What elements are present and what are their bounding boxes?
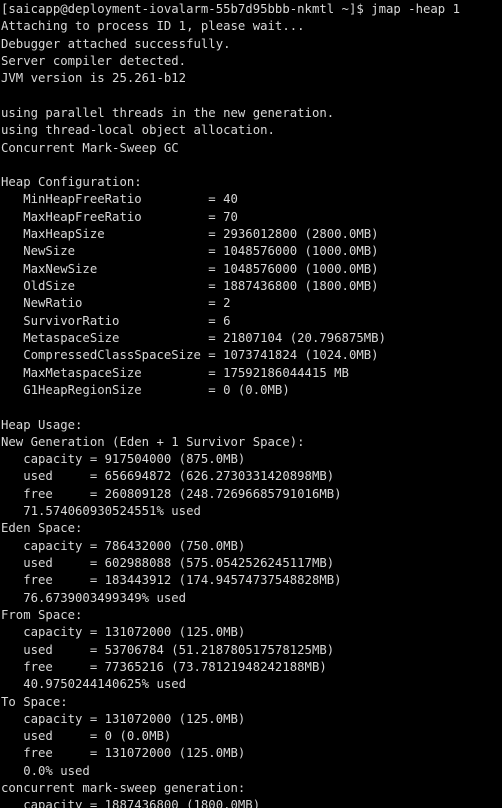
- terminal-output-line: using thread-local object allocation.: [1, 123, 275, 138]
- terminal-output-line: MetaspaceSize = 21807104 (20.796875MB): [1, 330, 386, 345]
- terminal-output-line: used = 602988088 (575.0542526245117MB): [1, 556, 335, 570]
- terminal-output-line: MinHeapFreeRatio = 40: [1, 192, 238, 207]
- terminal-output-line: 71.574060930524551% used: [1, 504, 201, 519]
- terminal-output-line: 76.6739003499349% used: [1, 590, 187, 605]
- terminal-output-line: 40.9750244140625% used: [1, 677, 187, 692]
- terminal-output-line: free = 131072000 (125.0MB): [1, 746, 246, 761]
- terminal-output-line: concurrent mark-sweep generation:: [1, 781, 246, 796]
- terminal-output-line: To Space:: [1, 694, 68, 709]
- terminal-output-line: capacity = 1887436800 (1800.0MB): [1, 798, 261, 808]
- terminal-output-line: NewSize = 1048576000 (1000.0MB): [1, 244, 379, 259]
- terminal-output-line: From Space:: [1, 607, 83, 622]
- terminal-output-line: used = 656694872 (626.2730331420898MB): [1, 469, 335, 484]
- terminal-output-line: capacity = 917504000 (875.0MB): [1, 452, 246, 467]
- terminal-output-line: free = 183443912 (174.94574737548828MB): [1, 573, 342, 588]
- terminal-output-line: G1HeapRegionSize = 0 (0.0MB): [1, 382, 290, 397]
- terminal-output-line: used = 0 (0.0MB): [1, 729, 172, 744]
- terminal-output-line: Heap Usage:: [1, 417, 83, 432]
- terminal-output-line: 0.0% used: [1, 763, 90, 778]
- terminal-prompt-line: [saicapp@deployment-iovalarm-55b7d95bbb-…: [1, 2, 461, 16]
- terminal-output-pane[interactable]: [saicapp@deployment-iovalarm-55b7d95bbb-…: [0, 0, 502, 808]
- terminal-output-line: used = 53706784 (51.218780517578125MB): [1, 642, 335, 657]
- terminal-output-line: JVM version is 25.261-b12: [1, 71, 187, 86]
- terminal-output-line: Attaching to process ID 1, please wait..…: [1, 19, 305, 34]
- terminal-output-line: New Generation (Eden + 1 Survivor Space)…: [1, 434, 305, 449]
- terminal-output-line: MaxNewSize = 1048576000 (1000.0MB): [1, 261, 379, 276]
- terminal-output-line: using parallel threads in the new genera…: [1, 105, 335, 120]
- terminal-output-line: CompressedClassSpaceSize = 1073741824 (1…: [1, 348, 379, 363]
- terminal-output-line: MaxHeapFreeRatio = 70: [1, 209, 238, 224]
- terminal-output-line: Concurrent Mark-Sweep GC: [1, 140, 179, 155]
- terminal-output-line: free = 77365216 (73.78121948242188MB): [1, 659, 327, 674]
- terminal-output-line: capacity = 131072000 (125.0MB): [1, 711, 246, 726]
- terminal-output-line: free = 260809128 (248.72696685791016MB): [1, 486, 342, 501]
- terminal-output-line: SurvivorRatio = 6: [1, 313, 231, 328]
- terminal-output-line: capacity = 786432000 (750.0MB): [1, 538, 246, 553]
- terminal-output-line: Debugger attached successfully.: [1, 36, 231, 51]
- terminal-output-line: capacity = 131072000 (125.0MB): [1, 625, 246, 640]
- terminal-output-line: Heap Configuration:: [1, 175, 142, 190]
- terminal-output-line: Eden Space:: [1, 521, 83, 536]
- terminal-output-line: MaxHeapSize = 2936012800 (2800.0MB): [1, 227, 379, 242]
- terminal-output-line: MaxMetaspaceSize = 17592186044415 MB: [1, 365, 349, 380]
- terminal-output-line: Server compiler detected.: [1, 53, 187, 68]
- terminal-output-line: OldSize = 1887436800 (1800.0MB): [1, 279, 379, 293]
- terminal-output-line: NewRatio = 2: [1, 296, 231, 311]
